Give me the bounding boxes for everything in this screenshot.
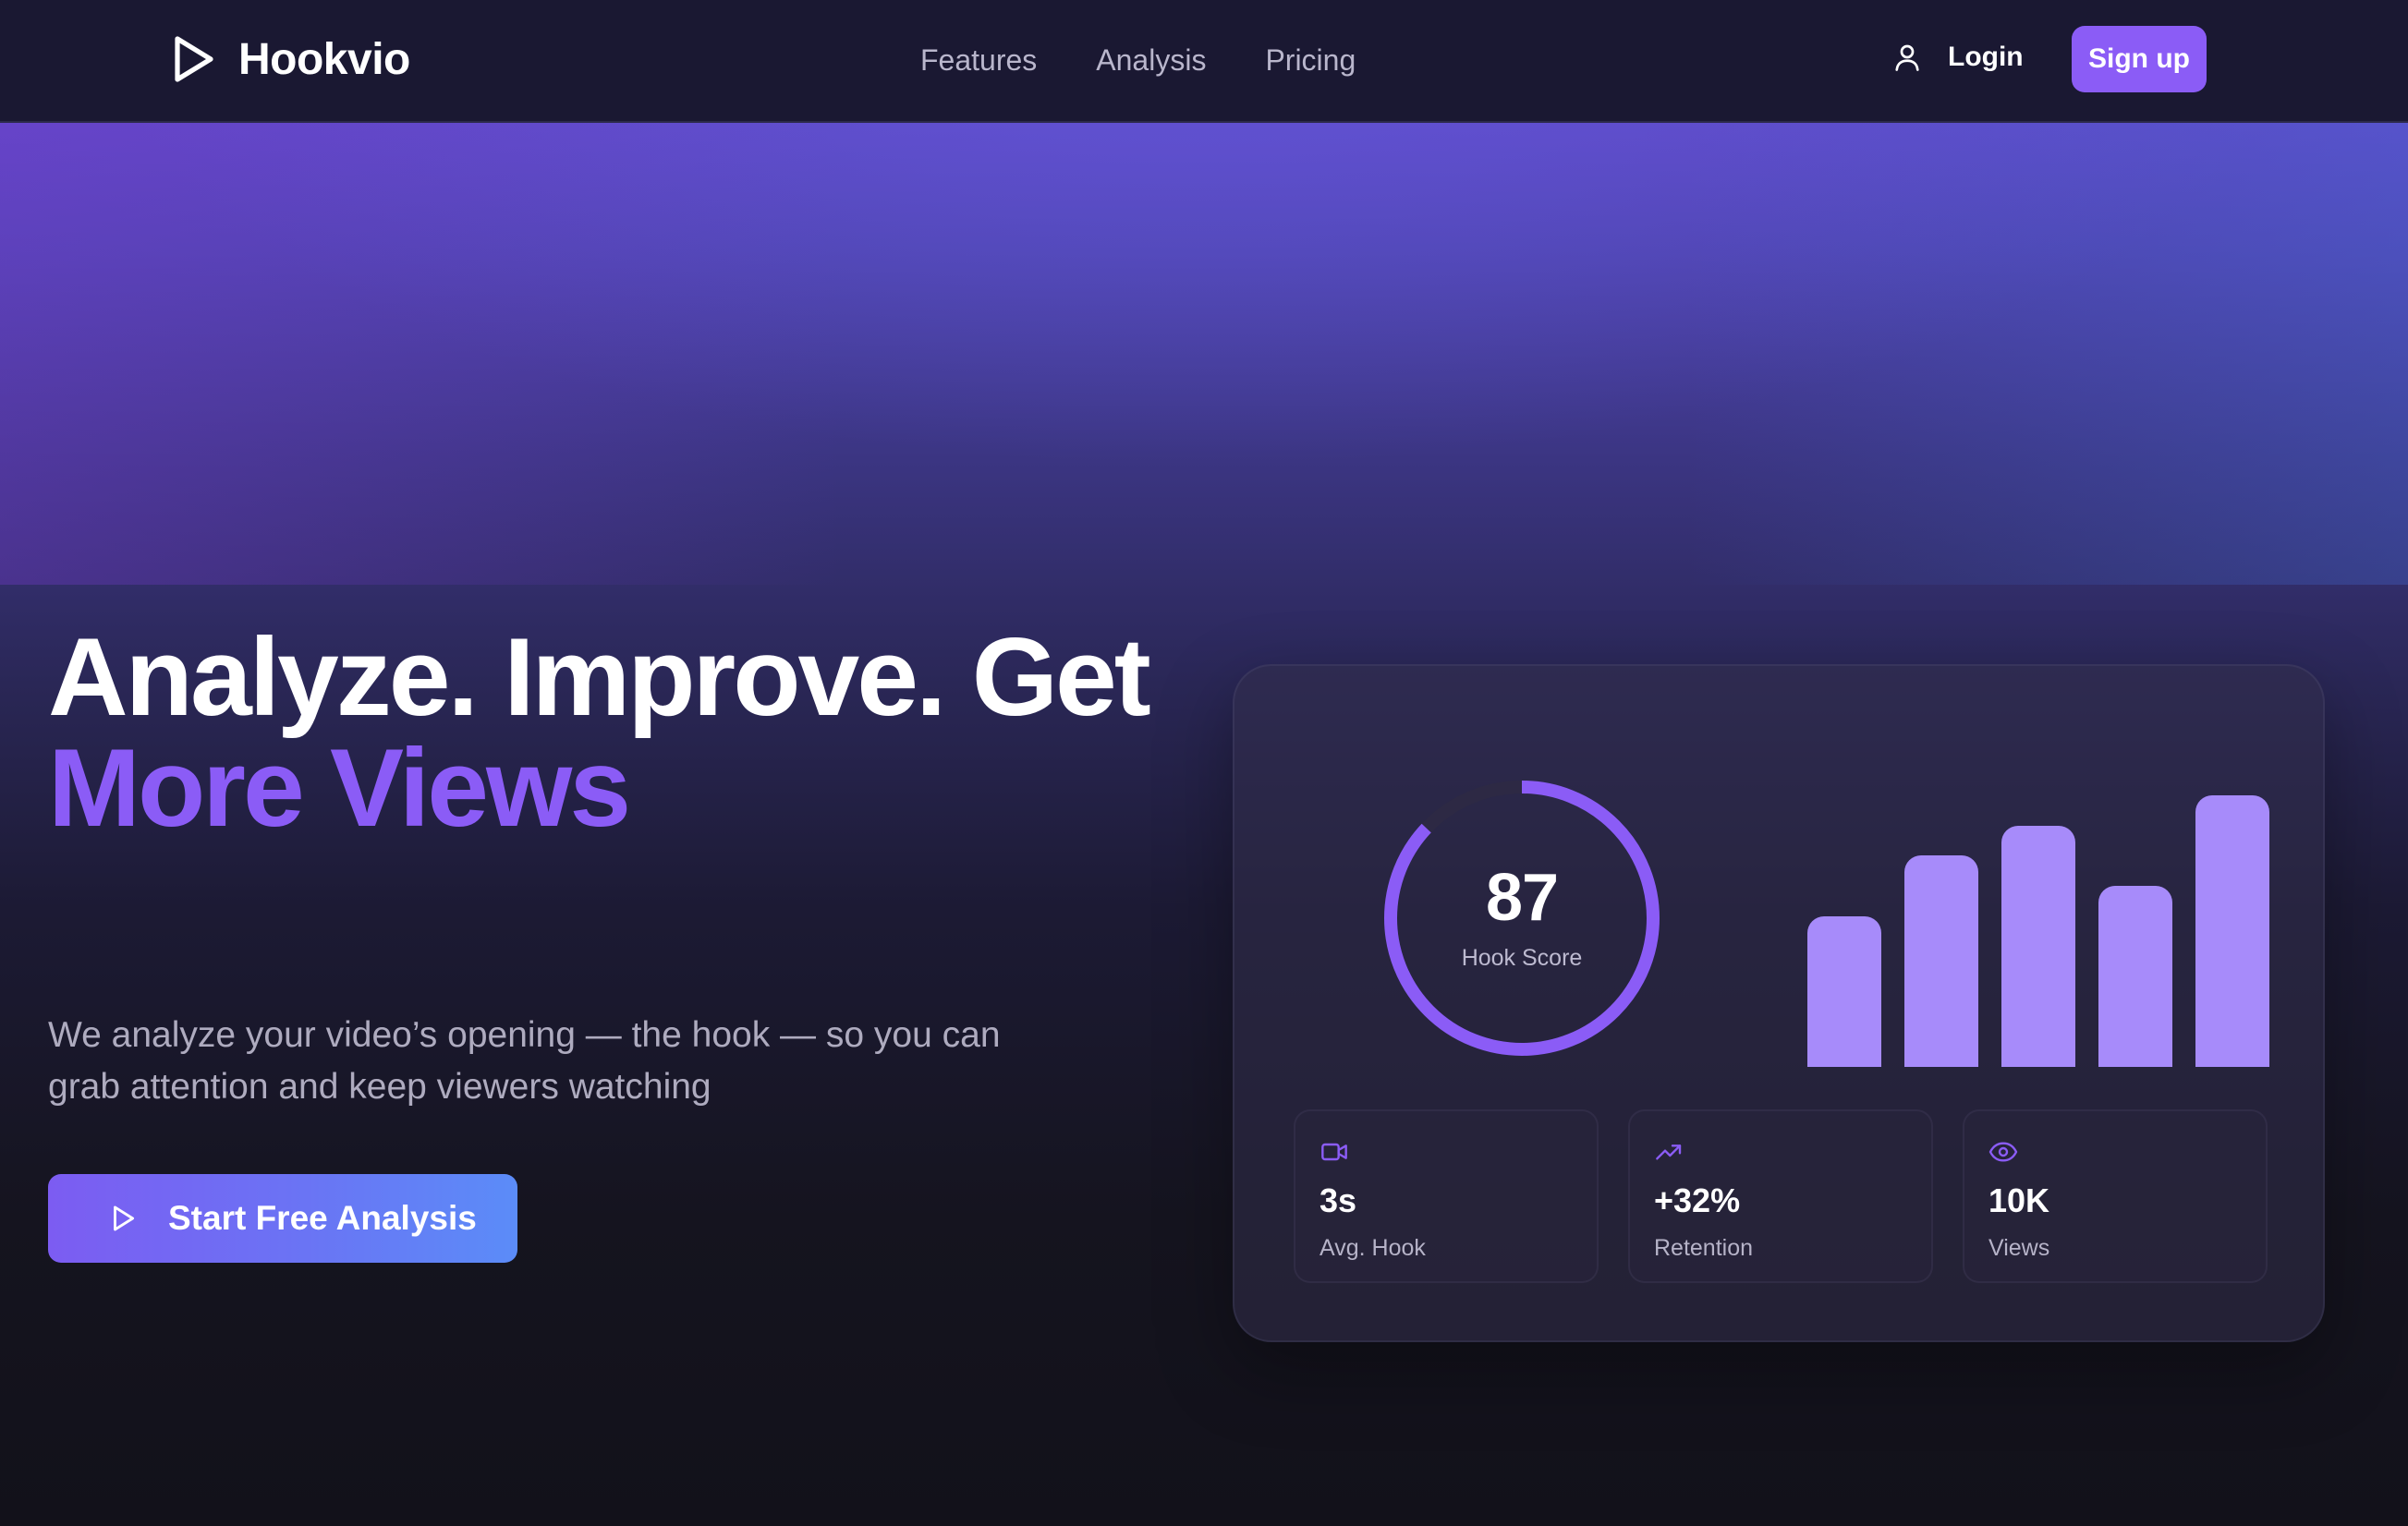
- headline-line-2: More Views: [48, 726, 631, 850]
- hook-score-label: Hook Score: [1461, 945, 1583, 971]
- bar-3: [2001, 826, 2075, 1067]
- video-camera-icon: [1321, 1143, 1347, 1161]
- bar-1: [1807, 916, 1881, 1067]
- play-icon: [114, 1205, 135, 1231]
- brand-logo[interactable]: Hookvio: [172, 33, 410, 85]
- bar-2: [1904, 855, 1978, 1067]
- stat-label: Views: [1988, 1235, 2050, 1261]
- trending-up-icon: [1656, 1144, 1682, 1160]
- hero-headline: Analyze. Improve. Get More Views: [48, 622, 1194, 843]
- dashboard-preview-card: 87 Hook Score 3s Avg. Hook +32% Retentio…: [1233, 664, 2325, 1342]
- hook-score-value: 87: [1485, 861, 1559, 935]
- stat-label: Retention: [1654, 1235, 1754, 1261]
- headline-line-1: Analyze. Improve. Get: [48, 615, 1151, 739]
- bar-4: [2098, 886, 2172, 1067]
- nav-link-analysis[interactable]: Analysis: [1096, 43, 1206, 78]
- stat-value: 10K: [1988, 1181, 2050, 1219]
- stat-value: +32%: [1654, 1181, 1741, 1219]
- play-logo-icon: [175, 36, 213, 82]
- start-free-analysis-button[interactable]: Start Free Analysis: [48, 1174, 517, 1263]
- stat-label: Avg. Hook: [1320, 1235, 1426, 1261]
- stat-value: 3s: [1320, 1181, 1357, 1219]
- cta-label: Start Free Analysis: [168, 1199, 477, 1237]
- bar-5: [2195, 795, 2269, 1067]
- eye-icon: [1988, 1142, 2018, 1162]
- stat-card-avg-hook: 3s Avg. Hook: [1294, 1109, 1599, 1283]
- bar-chart: [1807, 795, 2269, 1067]
- nav-links: Features Analysis Pricing: [920, 0, 1415, 120]
- login-link[interactable]: Login: [1891, 41, 2024, 74]
- login-label: Login: [1948, 42, 2024, 72]
- brand-name: Hookvio: [238, 34, 410, 84]
- stat-card-retention: +32% Retention: [1628, 1109, 1933, 1283]
- hero-section: Analyze. Improve. Get More Views We anal…: [0, 123, 2408, 1526]
- top-navbar: Hookvio Features Analysis Pricing Login …: [0, 0, 2408, 123]
- signup-button[interactable]: Sign up: [2072, 26, 2207, 92]
- nav-link-pricing[interactable]: Pricing: [1265, 43, 1356, 78]
- hook-score-gauge: 87 Hook Score: [1379, 775, 1665, 1061]
- hero-subtitle: We analyze your video’s opening — the ho…: [48, 1015, 1001, 1107]
- user-icon: [1895, 44, 1919, 71]
- stat-card-views: 10K Views: [1963, 1109, 2268, 1283]
- nav-link-features[interactable]: Features: [920, 43, 1037, 78]
